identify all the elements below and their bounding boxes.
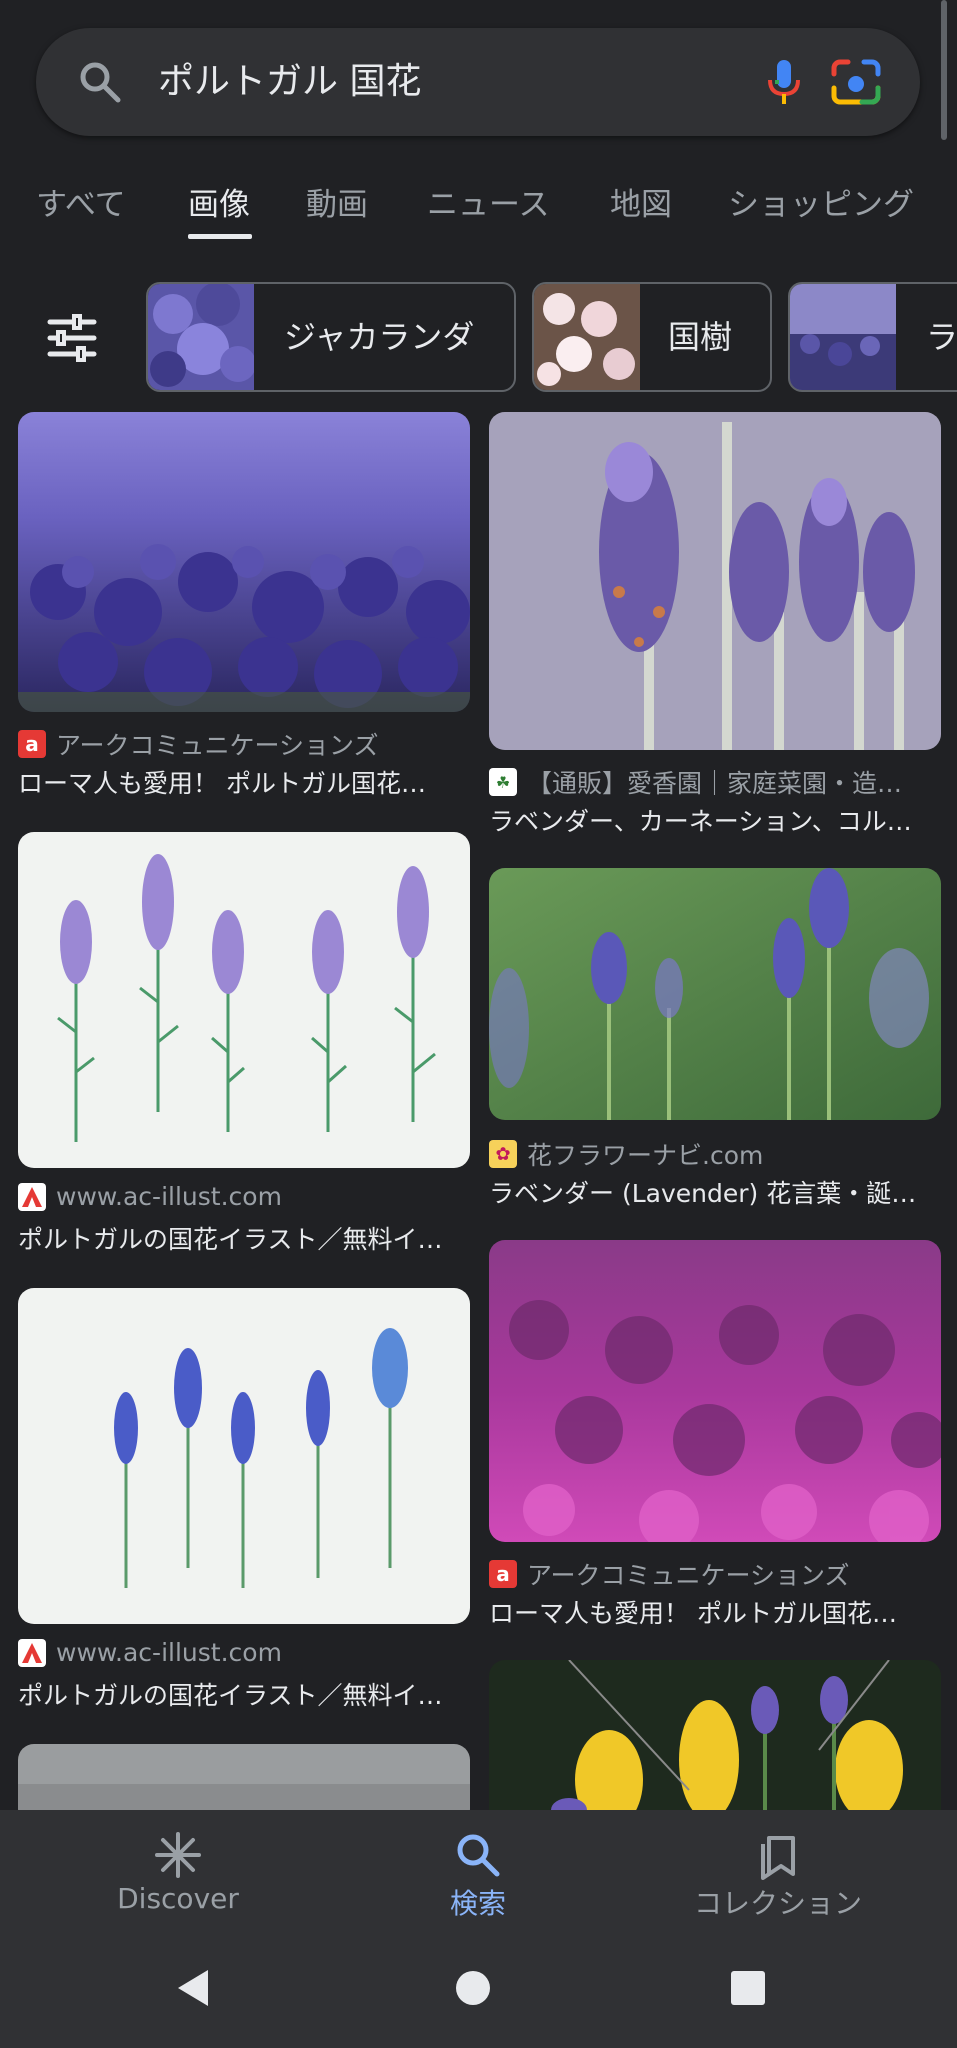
search-icon [457, 1834, 500, 1877]
result-title[interactable]: ローマ人も愛用！ ポルトガル国花… [489, 1594, 941, 1630]
result-card[interactable]: a アークコミュニケーションズ ローマ人も愛用！ ポルトガル国花… [489, 1240, 941, 1630]
source-text: www.ac-illust.com [56, 1182, 282, 1211]
search-query[interactable]: ポルトガル 国花 [158, 54, 421, 110]
nav-collections[interactable]: コレクション [628, 1810, 928, 1930]
result-title[interactable]: ポルトガルの国花イラスト／無料イ… [18, 1676, 470, 1712]
tab-images[interactable]: 画像 [188, 180, 250, 230]
result-image[interactable] [489, 412, 941, 750]
result-source: a アークコミュニケーションズ [489, 1556, 850, 1592]
search-bar[interactable]: ポルトガル 国花 [36, 28, 920, 136]
chip-label: ラ [926, 318, 957, 356]
source-text: 花フラワーナビ.com [527, 1141, 764, 1170]
tab-videos[interactable]: 動画 [306, 180, 368, 230]
back-icon[interactable] [164, 1958, 224, 2018]
nav-discover[interactable]: Discover [28, 1810, 328, 1930]
chip-national-tree[interactable]: 国樹 [532, 282, 772, 392]
active-tab-indicator [188, 234, 252, 239]
search-tabs: すべて 画像 動画 ニュース 地図 ショッピング [0, 180, 957, 250]
mic-icon[interactable] [756, 54, 812, 110]
system-navigation-bar [0, 1930, 957, 2048]
result-title[interactable]: ローマ人も愛用！ ポルトガル国花… [18, 764, 470, 800]
ac-illust-favicon-icon [18, 1182, 46, 1211]
nav-label: 検索 [449, 1887, 506, 1920]
flower-navi-favicon-icon: ✿ [489, 1140, 517, 1168]
result-title[interactable]: ラベンダー (Lavender) 花言葉・誕… [489, 1174, 941, 1210]
result-source: ☘ 【通販】愛香園｜家庭菜園・造… [489, 764, 902, 800]
source-text: アークコミュニケーションズ [527, 1561, 850, 1590]
aikoen-favicon-icon: ☘ [489, 768, 517, 796]
source-text: www.ac-illust.com [56, 1638, 282, 1667]
result-image[interactable] [18, 1288, 470, 1624]
ac-illust-favicon-icon [18, 1638, 46, 1667]
result-card[interactable]: www.ac-illust.com ポルトガルの国花イラスト／無料イ… [18, 832, 470, 1254]
chip-jacaranda[interactable]: ジャカランダ [146, 282, 516, 392]
result-source: www.ac-illust.com [18, 1182, 282, 1211]
chip-label: ジャカランダ [284, 318, 475, 356]
result-card[interactable]: ✿ 花フラワーナビ.com ラベンダー (Lavender) 花言葉・誕… [489, 868, 941, 1218]
filter-tune-icon[interactable] [44, 310, 100, 366]
bottom-navigation: Discover 検索 コレクション [0, 1810, 957, 1930]
chip-thumbnail [148, 284, 254, 390]
result-card[interactable] [489, 1660, 941, 1830]
result-card[interactable] [18, 1744, 470, 1824]
result-image[interactable] [489, 868, 941, 1120]
source-text: アークコミュニケーションズ [56, 731, 379, 760]
result-source: ✿ 花フラワーナビ.com [489, 1136, 763, 1172]
result-image[interactable] [18, 412, 470, 712]
result-source: a アークコミュニケーションズ [18, 726, 379, 762]
result-card[interactable]: ☘ 【通販】愛香園｜家庭菜園・造… ラベンダー、カーネーション、コル… [489, 412, 941, 842]
nav-search[interactable]: 検索 [328, 1810, 628, 1930]
result-card[interactable]: a アークコミュニケーションズ ローマ人も愛用！ ポルトガル国花… [18, 412, 470, 802]
source-text: 【通販】愛香園｜家庭菜園・造… [527, 769, 903, 798]
recents-icon[interactable] [718, 1958, 778, 2018]
tab-shopping[interactable]: ショッピング [728, 180, 914, 230]
collections-icon [761, 1836, 795, 1880]
home-icon[interactable] [443, 1958, 503, 2018]
favicon-icon: a [489, 1560, 517, 1588]
favicon-icon: a [18, 730, 46, 758]
page-scrollbar[interactable] [941, 0, 947, 140]
lens-camera-icon[interactable] [826, 54, 886, 110]
asterisk-icon [155, 1832, 201, 1878]
result-title[interactable]: ラベンダー、カーネーション、コル… [489, 802, 941, 838]
tab-maps[interactable]: 地図 [610, 180, 672, 230]
nav-label: Discover [117, 1882, 239, 1915]
tab-news[interactable]: ニュース [427, 180, 549, 230]
result-image[interactable] [18, 832, 470, 1168]
suggestion-chips: ジャカランダ 国樹 ラ [0, 280, 957, 394]
search-icon [80, 62, 121, 103]
result-card[interactable]: www.ac-illust.com ポルトガルの国花イラスト／無料イ… [18, 1288, 470, 1710]
chip-thumbnail [534, 284, 640, 390]
result-title[interactable]: ポルトガルの国花イラスト／無料イ… [18, 1220, 470, 1256]
result-image[interactable] [489, 1660, 941, 1830]
chip-label: 国樹 [668, 318, 733, 356]
nav-label: コレクション [693, 1887, 862, 1920]
tab-all[interactable]: すべて [36, 180, 126, 230]
chip-thumbnail [790, 284, 896, 390]
result-source: www.ac-illust.com [18, 1638, 282, 1667]
result-image[interactable] [489, 1240, 941, 1542]
chip-lavender[interactable]: ラ [788, 282, 957, 392]
